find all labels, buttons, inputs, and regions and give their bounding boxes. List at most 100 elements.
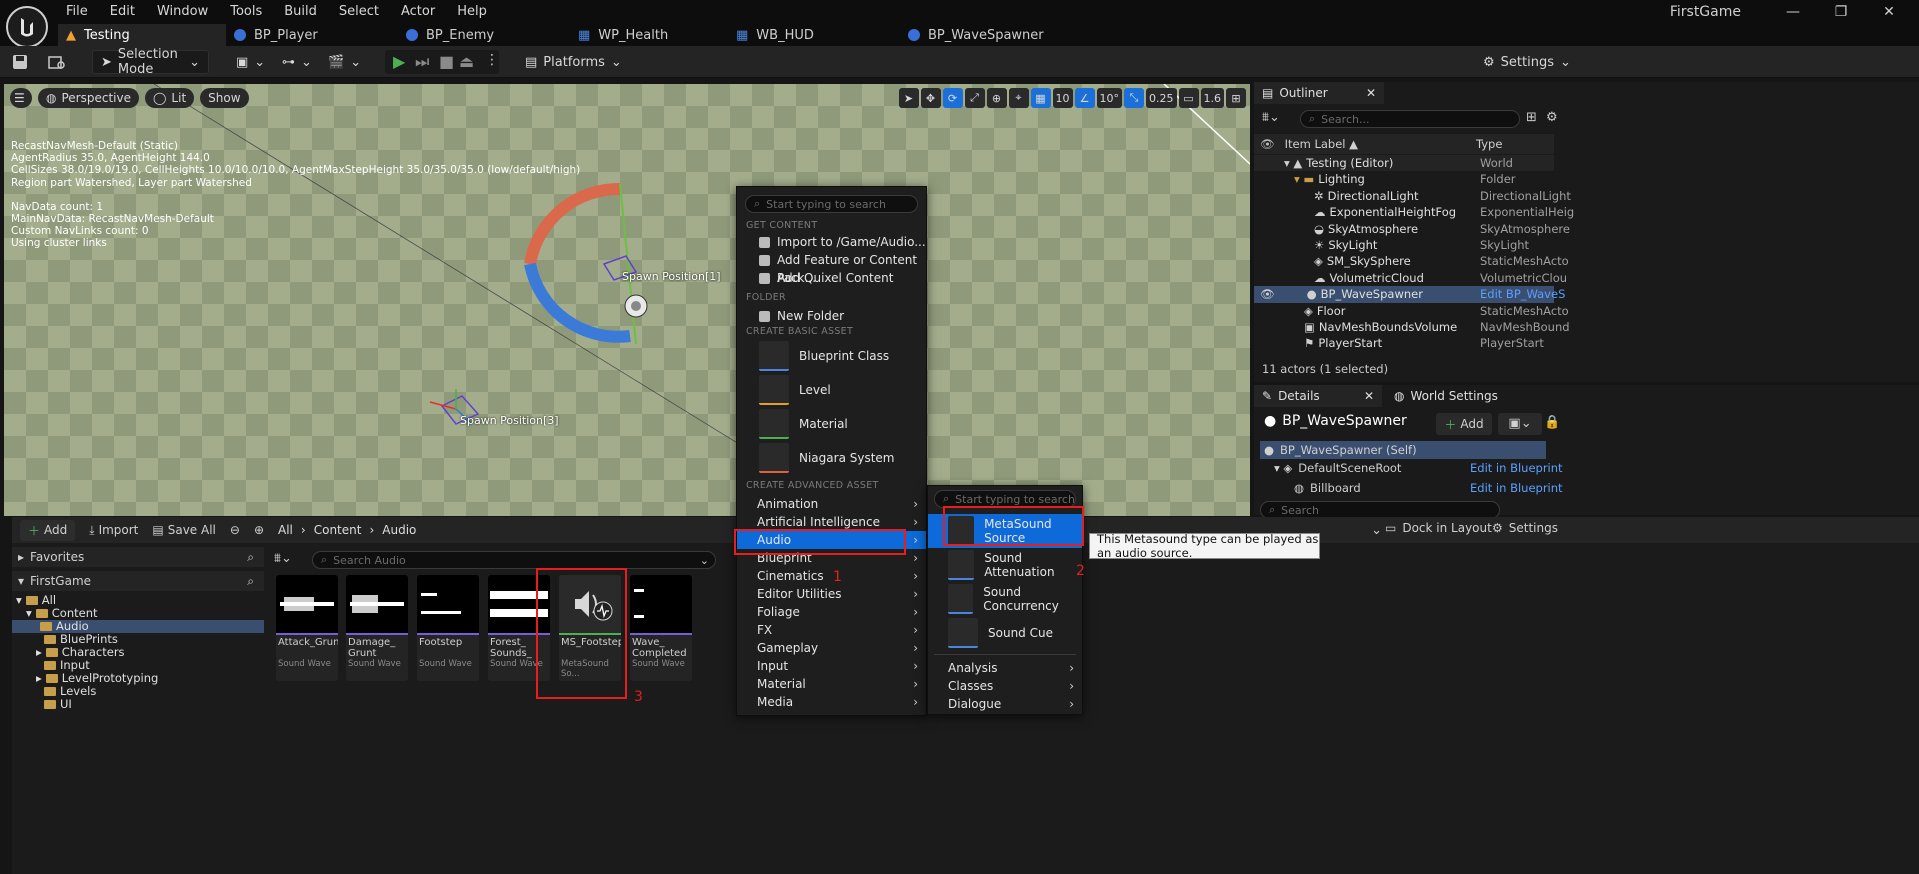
- gameplay-menu-item[interactable]: Gameplay ›: [737, 639, 926, 657]
- editor-utilities-menu-item[interactable]: Editor Utilities ›: [737, 585, 926, 603]
- tree-row[interactable]: ☀ SkyLight SkyLight: [1254, 237, 1554, 253]
- asset-tile[interactable]: Wave_ Completed Sound Wave: [630, 575, 692, 681]
- folder-ui[interactable]: UI: [16, 698, 264, 711]
- add-component-button[interactable]: ＋ Add: [1436, 413, 1492, 435]
- eye-icon[interactable]: 👁: [1260, 286, 1275, 302]
- close-icon[interactable]: ✕: [1366, 86, 1376, 100]
- back-icon[interactable]: ⊖: [230, 523, 240, 537]
- filter-icon[interactable]: ⩩⌄: [1262, 110, 1292, 128]
- asset-tile[interactable]: Attack_Grunt Sound Wave: [276, 575, 338, 681]
- platforms-dropdown[interactable]: ▤ Platforms ⌄: [525, 50, 622, 74]
- import-button[interactable]: ⤓ Import: [89, 523, 138, 538]
- tree-row[interactable]: ◒ SkyAtmosphere SkyAtmosphere: [1254, 221, 1570, 237]
- lit-button[interactable]: ◯ Lit: [144, 88, 195, 108]
- animation-menu-item[interactable]: Animation ›: [737, 495, 926, 513]
- breadcrumb-audio[interactable]: Audio: [382, 523, 416, 537]
- input-menu-item[interactable]: Input ›: [737, 657, 926, 675]
- project-section[interactable]: ▾ FirstGame ⌕: [12, 571, 264, 591]
- new-folder-menu-item[interactable]: New Folder: [737, 307, 926, 325]
- hamburger-menu-icon[interactable]: ☰: [10, 88, 32, 108]
- grid-snap-value[interactable]: 10: [1052, 88, 1073, 108]
- menu-file[interactable]: File: [66, 2, 101, 22]
- select-cursor-icon[interactable]: ➤: [898, 88, 919, 108]
- breadcrumb-content[interactable]: Content: [314, 523, 362, 537]
- menu-window[interactable]: Window: [157, 2, 221, 22]
- show-button[interactable]: Show: [200, 88, 249, 108]
- menu-help[interactable]: Help: [457, 2, 500, 22]
- asset-tile[interactable]: Footstep Sound Wave: [417, 575, 479, 681]
- gear-icon[interactable]: ⚙: [1546, 110, 1558, 125]
- tab-wp-health[interactable]: ▦ WP_Health: [570, 24, 728, 46]
- niagara-system-menu-item[interactable]: Niagara System: [737, 441, 926, 475]
- classes-menu-item[interactable]: Classes ›: [928, 677, 1082, 695]
- rotation-snap-icon[interactable]: ∠: [1074, 88, 1095, 108]
- scale-snap-icon[interactable]: ⤡: [1124, 88, 1144, 108]
- details-tab[interactable]: ✎ Details ✕: [1254, 385, 1382, 407]
- dock-in-layout-button[interactable]: ▭ Dock in Layout: [1385, 521, 1492, 535]
- tab-bp-wavespawner[interactable]: BP_WaveSpawner: [900, 24, 1080, 46]
- cinematics-menu-item[interactable]: Cinematics ›: [737, 567, 926, 585]
- selection-mode-dropdown[interactable]: ➤ Selection Mode ⌄: [92, 47, 209, 77]
- asset-tile[interactable]: Damage_ Grunt Sound Wave: [346, 575, 408, 681]
- sound-concurrency-menu-item[interactable]: Sound Concurrency: [928, 582, 1082, 616]
- analysis-menu-item[interactable]: Analysis ›: [928, 659, 1082, 677]
- component-root-row[interactable]: ▾ ◈ DefaultSceneRoot: [1274, 461, 1401, 475]
- fx-menu-item[interactable]: FX ›: [737, 621, 926, 639]
- search-icon[interactable]: ⌕: [247, 574, 254, 589]
- forward-icon[interactable]: ⊕: [254, 523, 264, 537]
- favorites-section[interactable]: ▸ Favorites ⌕: [12, 547, 264, 567]
- add-button[interactable]: ＋ Add: [20, 519, 76, 541]
- tree-row[interactable]: ◈ Floor StaticMeshActo: [1254, 303, 1569, 319]
- grid-snap-icon[interactable]: ▦: [1030, 88, 1051, 108]
- level-menu-item[interactable]: Level: [737, 373, 926, 407]
- edit-in-blueprint-link[interactable]: Edit in Blueprint: [1470, 481, 1563, 495]
- import-menu-item[interactable]: Import to /Game/Audio...: [737, 233, 926, 251]
- step-icon[interactable]: ⏭: [415, 52, 429, 72]
- scale-snap-value[interactable]: 0.25: [1146, 88, 1177, 108]
- minimize-button[interactable]: —: [1769, 0, 1817, 24]
- play-icon[interactable]: ▶: [393, 52, 405, 71]
- close-icon[interactable]: ✕: [1364, 389, 1374, 403]
- menu-edit[interactable]: Edit: [110, 2, 148, 22]
- tree-row[interactable]: ✲ DirectionalLight DirectionalLight: [1254, 188, 1571, 204]
- close-button[interactable]: ✕: [1865, 0, 1913, 24]
- blueprint-options-dropdown[interactable]: ▣⌄: [1498, 413, 1542, 435]
- edit-blueprint-link[interactable]: Edit BP_WaveS: [1480, 286, 1565, 302]
- context-search-input[interactable]: ⌕ Start typing to search: [745, 195, 918, 213]
- menu-actor[interactable]: Actor: [401, 2, 448, 22]
- tree-row[interactable]: ▾ ▬ Lighting Folder: [1254, 171, 1554, 187]
- lock-icon[interactable]: 🔒: [1544, 415, 1560, 430]
- eject-icon[interactable]: ⏏: [459, 52, 474, 71]
- edit-in-blueprint-link[interactable]: Edit in Blueprint: [1470, 461, 1563, 475]
- component-self-row[interactable]: ● BP_WaveSpawner (Self): [1260, 441, 1546, 459]
- camera-speed-value[interactable]: 1.6: [1200, 88, 1224, 108]
- translate-icon[interactable]: ✥: [920, 88, 941, 108]
- maximize-button[interactable]: ❐: [1817, 0, 1865, 24]
- stop-icon[interactable]: ■: [439, 52, 454, 71]
- rotate-icon[interactable]: ⟳: [942, 88, 963, 108]
- tab-testing[interactable]: ▲ Testing: [58, 24, 226, 46]
- tab-bp-player[interactable]: BP_Player: [226, 24, 398, 46]
- folder-levelprototyping[interactable]: ▸ LevelPrototyping: [16, 672, 264, 685]
- menu-select[interactable]: Select: [339, 2, 392, 22]
- folder-blueprints[interactable]: BluePrints: [16, 633, 264, 646]
- outliner-search-input[interactable]: ⌕ Search...: [1300, 110, 1520, 128]
- breadcrumb-all[interactable]: All: [278, 523, 293, 537]
- tree-row[interactable]: ▾ ▲ Testing (Editor) World: [1254, 155, 1554, 172]
- save-all-button[interactable]: ▤ Save All: [152, 523, 216, 537]
- save-icon[interactable]: [12, 50, 28, 74]
- tab-wb-hud[interactable]: ▦ WB_HUD: [728, 24, 900, 46]
- material-menu-item[interactable]: Material: [737, 407, 926, 441]
- folder-characters[interactable]: ▸ Characters: [16, 646, 264, 659]
- unreal-logo-icon[interactable]: [6, 6, 48, 48]
- add-actor-dropdown[interactable]: ▣ ⌄: [236, 50, 265, 74]
- world-settings-tab[interactable]: ◍ World Settings: [1386, 385, 1506, 407]
- type-column[interactable]: Type: [1476, 137, 1502, 151]
- tree-row[interactable]: ▣ NavMeshBoundsVolume NavMeshBound: [1254, 319, 1570, 335]
- search-icon[interactable]: ⌕: [247, 550, 254, 565]
- tree-row-selected[interactable]: 👁 ● BP_WaveSpawner Edit BP_WaveS: [1254, 286, 1565, 303]
- add-quixel-menu-item[interactable]: Add Quixel Content: [737, 269, 926, 287]
- add-folder-icon[interactable]: ⊞: [1526, 110, 1537, 125]
- asset-search-input[interactable]: ⌕ Search Audio ⌄: [312, 551, 716, 569]
- material-submenu-item[interactable]: Material ›: [737, 675, 926, 693]
